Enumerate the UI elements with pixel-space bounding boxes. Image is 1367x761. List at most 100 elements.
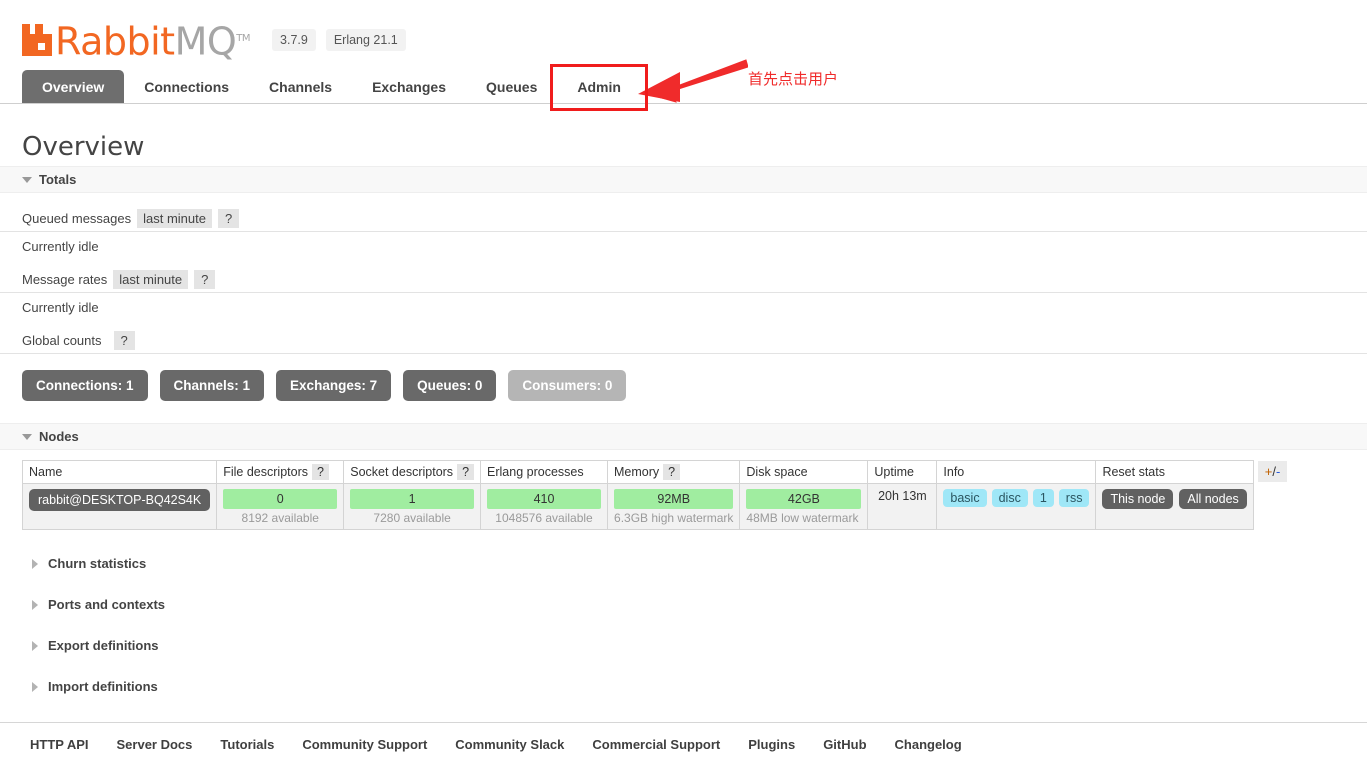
message-rates-label-row: Message rates last minute ? <box>0 270 1367 293</box>
footer-links: HTTP API Server Docs Tutorials Community… <box>0 722 1367 752</box>
queued-messages-idle-text: Currently idle <box>22 239 99 254</box>
file-descriptors-help-icon[interactable]: ? <box>311 464 329 480</box>
info-chip-list: basic disc 1 rss <box>943 489 1090 507</box>
nav-tabs: Overview Connections Channels Exchanges … <box>22 70 1367 103</box>
message-rates-period-chip[interactable]: last minute <box>113 270 189 289</box>
info-chip-disc[interactable]: disc <box>991 489 1028 507</box>
logo-text-mq: MQ <box>174 19 237 64</box>
disk-space-watermark: 48MB low watermark <box>746 511 859 525</box>
col-name[interactable]: Name <box>21 460 218 484</box>
tab-exchanges[interactable]: Exchanges <box>352 70 466 103</box>
tab-channels[interactable]: Channels <box>249 70 352 103</box>
memory-watermark: 6.3GB high watermark <box>614 511 734 525</box>
col-info-label: Info <box>943 465 965 479</box>
col-memory[interactable]: Memory? <box>607 460 741 484</box>
reset-all-nodes-button[interactable]: All nodes <box>1179 489 1247 509</box>
rabbitmq-version-badge: 3.7.9 <box>272 29 316 51</box>
footer-link-plugins[interactable]: Plugins <box>748 737 795 752</box>
uptime-value: 20h 13m <box>878 489 927 503</box>
col-erlang-processes[interactable]: Erlang processes <box>480 460 609 484</box>
memory-help-icon[interactable]: ? <box>663 464 681 480</box>
col-uptime[interactable]: Uptime <box>867 460 938 484</box>
cell-node-name: rabbit@DESKTOP-BQ42S4K <box>21 483 218 530</box>
page-header: RabbitMQTM 3.7.9 Erlang 21.1 Overview Co… <box>0 0 1367 118</box>
message-rates-help-icon[interactable]: ? <box>194 270 216 289</box>
tab-overview[interactable]: Overview <box>22 70 125 103</box>
nodes-section: Nodes Name File descriptors? Socket desc… <box>0 423 1367 530</box>
nodes-table: Name File descriptors? Socket descriptor… <box>21 460 1254 530</box>
col-disk-space-label: Disk space <box>746 465 808 479</box>
reset-this-node-button[interactable]: This node <box>1102 489 1174 509</box>
footer-link-changelog[interactable]: Changelog <box>895 737 962 752</box>
caret-right-icon <box>32 640 38 651</box>
section-header-nodes[interactable]: Nodes <box>0 423 1367 450</box>
info-chip-rss[interactable]: rss <box>1058 489 1090 507</box>
cell-uptime: 20h 13m <box>867 483 938 530</box>
message-rates-label: Message rates <box>22 272 108 287</box>
logo-wordmark[interactable]: RabbitMQTM <box>55 19 251 64</box>
section-import-definitions[interactable]: Import definitions <box>0 679 1367 694</box>
erlang-processes-available: 1048576 available <box>495 511 593 525</box>
col-socket-descriptors-label: Socket descriptors <box>350 465 454 479</box>
socket-descriptors-help-icon[interactable]: ? <box>457 464 475 480</box>
footer-link-commercial-support[interactable]: Commercial Support <box>592 737 720 752</box>
caret-right-icon <box>32 599 38 610</box>
nodes-table-wrapper: Name File descriptors? Socket descriptor… <box>0 450 1367 530</box>
info-chip-count[interactable]: 1 <box>1032 489 1054 507</box>
memory-value: 92MB <box>614 489 734 509</box>
table-row: rabbit@DESKTOP-BQ42S4K 0 8192 available … <box>21 483 1254 530</box>
count-badge-exchanges[interactable]: Exchanges: 7 <box>276 370 392 401</box>
section-export-definitions-label: Export definitions <box>48 638 159 653</box>
tab-connections[interactable]: Connections <box>124 70 249 103</box>
cell-erlang-processes: 410 1048576 available <box>480 483 609 530</box>
cell-disk-space: 42GB 48MB low watermark <box>739 483 869 530</box>
section-header-nodes-label: Nodes <box>39 429 79 444</box>
column-toggle-button[interactable]: +/- <box>1257 461 1288 482</box>
col-socket-descriptors[interactable]: Socket descriptors? <box>343 460 482 484</box>
footer-link-github[interactable]: GitHub <box>823 737 866 752</box>
tab-queues[interactable]: Queues <box>466 70 557 103</box>
queued-messages-help-icon[interactable]: ? <box>218 209 240 228</box>
section-churn-statistics[interactable]: Churn statistics <box>0 556 1367 571</box>
minus-sign: - <box>1276 464 1281 479</box>
global-counts-label-row: Global counts ? <box>0 331 1367 354</box>
queued-messages-period-chip[interactable]: last minute <box>137 209 212 228</box>
caret-down-icon <box>22 176 32 183</box>
logo-text-rabbit: Rabbit <box>55 19 175 64</box>
file-descriptors-value: 0 <box>223 489 338 509</box>
section-ports-and-contexts[interactable]: Ports and contexts <box>0 597 1367 612</box>
queued-messages-label-row: Queued messages last minute ? <box>0 209 1367 232</box>
main-content: Overview Totals Queued messages last min… <box>0 132 1367 752</box>
footer-link-server-docs[interactable]: Server Docs <box>117 737 193 752</box>
caret-down-icon <box>22 433 32 440</box>
col-reset-stats[interactable]: Reset stats <box>1095 460 1254 484</box>
footer-link-community-slack[interactable]: Community Slack <box>455 737 564 752</box>
section-import-definitions-label: Import definitions <box>48 679 158 694</box>
col-file-descriptors[interactable]: File descriptors? <box>216 460 345 484</box>
socket-descriptors-available: 7280 available <box>373 511 451 525</box>
nav-tabs-wrapper: Overview Connections Channels Exchanges … <box>0 70 1367 104</box>
section-header-totals-label: Totals <box>39 172 77 187</box>
col-file-descriptors-label: File descriptors <box>223 465 308 479</box>
col-info[interactable]: Info <box>936 460 1097 484</box>
cell-file-descriptors: 0 8192 available <box>216 483 345 530</box>
node-name-link[interactable]: rabbit@DESKTOP-BQ42S4K <box>29 489 211 511</box>
info-chip-basic[interactable]: basic <box>943 489 987 507</box>
footer-link-tutorials[interactable]: Tutorials <box>220 737 274 752</box>
footer-link-http-api[interactable]: HTTP API <box>30 737 89 752</box>
section-ports-and-contexts-label: Ports and contexts <box>48 597 166 612</box>
nodes-table-header-row: Name File descriptors? Socket descriptor… <box>21 460 1254 484</box>
col-reset-stats-label: Reset stats <box>1102 465 1165 479</box>
count-badge-channels[interactable]: Channels: 1 <box>159 370 265 401</box>
tab-admin[interactable]: Admin <box>557 70 641 103</box>
page-title: Overview <box>22 132 145 162</box>
message-rates-idle-text: Currently idle <box>22 300 99 315</box>
global-counts-badges: Connections: 1 Channels: 1 Exchanges: 7 … <box>0 354 1367 401</box>
count-badge-connections[interactable]: Connections: 1 <box>22 370 148 401</box>
col-disk-space[interactable]: Disk space <box>739 460 869 484</box>
count-badge-queues[interactable]: Queues: 0 <box>403 370 497 401</box>
section-header-totals[interactable]: Totals <box>0 166 1367 193</box>
section-export-definitions[interactable]: Export definitions <box>0 638 1367 653</box>
footer-link-community-support[interactable]: Community Support <box>302 737 427 752</box>
global-counts-help-icon[interactable]: ? <box>113 331 135 350</box>
